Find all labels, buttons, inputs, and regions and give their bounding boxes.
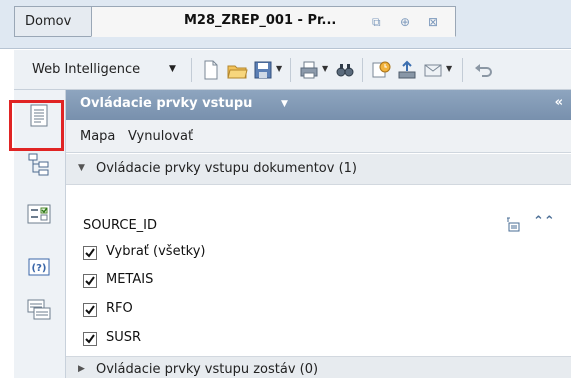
toolbar: Web Intelligence ▼ ▼ ▼ ▼ xyxy=(14,50,571,90)
print-dropdown-icon[interactable]: ▼ xyxy=(322,64,328,73)
control-title: SOURCE_ID xyxy=(83,218,158,233)
tab-home[interactable]: Domov xyxy=(14,6,92,37)
export-icon[interactable] xyxy=(396,59,418,81)
option-label: RFO xyxy=(106,301,133,316)
collapse-control-icon[interactable]: ⌃⌃ xyxy=(533,214,555,229)
svg-text:(?): (?) xyxy=(32,263,47,274)
toolbar-separator xyxy=(362,58,363,82)
tab-document[interactable]: M28_ZREP_001 - Pr... ⧉ ⊕ ⊠ xyxy=(91,6,456,37)
map-menu-item[interactable]: Mapa xyxy=(80,129,115,144)
section-label: Ovládacie prvky vstupu dokumentov (1) xyxy=(96,161,357,176)
reset-menu-item[interactable]: Vynulovať xyxy=(128,129,193,144)
input-controls-icon[interactable] xyxy=(25,200,53,228)
navigation-map-icon[interactable] xyxy=(25,150,53,178)
tab-bar: Domov M28_ZREP_001 - Pr... ⧉ ⊕ ⊠ xyxy=(0,0,571,49)
show-dependencies-icon[interactable] xyxy=(504,216,522,234)
pin-tab-icon[interactable]: ⊕ xyxy=(400,15,410,29)
print-icon[interactable] xyxy=(298,59,320,81)
expanded-arrow-icon[interactable]: ▼ xyxy=(78,163,85,173)
close-tab-icon[interactable]: ⊠ xyxy=(428,15,438,29)
selected-icon-highlight xyxy=(9,100,64,151)
tab-document-label: M28_ZREP_001 - Pr... xyxy=(184,13,337,28)
comments-icon[interactable] xyxy=(25,296,53,324)
report-input-controls-section[interactable]: ▶ Ovládacie prvky vstupu zostáv (0) xyxy=(66,356,571,378)
tab-home-label: Domov xyxy=(25,14,72,29)
new-document-icon[interactable] xyxy=(200,59,222,81)
toolbar-separator xyxy=(191,58,192,82)
web-intelligence-menu[interactable]: Web Intelligence xyxy=(32,62,140,77)
panel-title[interactable]: Ovládacie prvky vstupu xyxy=(80,96,252,111)
option-label: Vybrať (všetky) xyxy=(106,244,206,259)
find-icon[interactable] xyxy=(334,59,356,81)
checkbox[interactable] xyxy=(83,246,97,260)
option-label: SUSR xyxy=(106,330,142,345)
save-icon[interactable] xyxy=(252,59,274,81)
section-label: Ovládacie prvky vstupu zostáv (0) xyxy=(96,362,319,377)
toolbar-separator xyxy=(290,58,291,82)
save-dropdown-icon[interactable]: ▼ xyxy=(276,64,282,73)
panel-menubar: Mapa Vynulovať xyxy=(66,120,571,153)
chevron-down-icon[interactable]: ▼ xyxy=(169,64,176,74)
track-changes-icon[interactable] xyxy=(370,59,392,81)
input-controls-panel: Ovládacie prvky vstupu ▼ « Mapa Vynulova… xyxy=(66,90,571,378)
help-icon[interactable]: (?) xyxy=(25,254,53,282)
restore-tab-icon[interactable]: ⧉ xyxy=(372,15,381,30)
checkbox[interactable] xyxy=(83,303,97,317)
collapsed-arrow-icon[interactable]: ▶ xyxy=(78,364,85,374)
panel-header: Ovládacie prvky vstupu ▼ « xyxy=(66,90,571,120)
document-input-controls-section[interactable]: ▼ Ovládacie prvky vstupu dokumentov (1) xyxy=(66,154,571,185)
open-folder-icon[interactable] xyxy=(226,59,248,81)
checkbox[interactable] xyxy=(83,332,97,346)
collapse-panel-icon[interactable]: « xyxy=(555,95,563,110)
checkbox[interactable] xyxy=(83,274,97,288)
option-label: METAIS xyxy=(106,272,154,287)
undo-icon[interactable] xyxy=(472,59,494,81)
chevron-down-icon[interactable]: ▼ xyxy=(281,99,288,109)
email-dropdown-icon[interactable]: ▼ xyxy=(446,64,452,73)
toolbar-separator xyxy=(462,58,463,82)
email-icon[interactable] xyxy=(422,59,444,81)
